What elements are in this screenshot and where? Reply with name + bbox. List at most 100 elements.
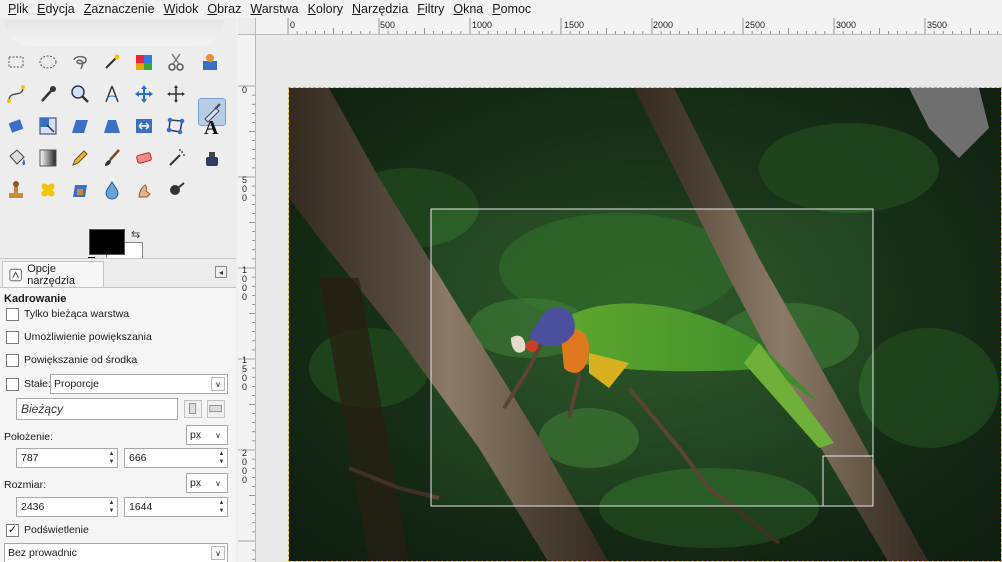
move-tool[interactable]: [130, 80, 158, 108]
zoom-tool[interactable]: [66, 80, 94, 108]
vertical-ruler[interactable]: 0 5 0 0 1 0 0 0 1 5 0 0 2 0 0 0: [238, 35, 256, 562]
fixed-option[interactable]: Stałe:: [6, 376, 51, 392]
highlight-checkbox[interactable]: ✓: [6, 523, 19, 537]
paintbrush-tool[interactable]: [98, 144, 126, 172]
menu-narzedzia[interactable]: Narzędzia: [348, 0, 412, 18]
ink-tool[interactable]: [198, 144, 226, 172]
menu-okna[interactable]: Okna: [449, 0, 487, 18]
expand-from-center-checkbox[interactable]: [6, 353, 19, 367]
menu-pomoc[interactable]: Pomoc: [488, 0, 535, 18]
smudge-tool[interactable]: [130, 176, 158, 204]
guides-dropdown[interactable]: Bez prowadnic ∨: [4, 543, 228, 562]
menu-widok[interactable]: Widok: [160, 0, 203, 18]
free-select-tool[interactable]: [66, 48, 94, 76]
ruler-label: 2500: [745, 20, 766, 30]
panel-menu-button[interactable]: ◂: [215, 266, 227, 278]
fixed-checkbox[interactable]: [6, 377, 19, 391]
rect-select-tool[interactable]: [2, 48, 30, 76]
chevron-down-icon: ∨: [211, 546, 225, 560]
menu-kolory[interactable]: Kolory: [304, 0, 347, 18]
size-unit-dropdown[interactable]: px ∨: [186, 473, 228, 493]
heal-tool[interactable]: [34, 176, 62, 204]
landscape-button[interactable]: [207, 400, 225, 418]
spin-arrows-icon[interactable]: ▲ ▼: [217, 450, 226, 466]
rect-select-icon: [8, 56, 24, 68]
expand-from-center-option[interactable]: Powiększanie od środka: [6, 352, 137, 368]
menu-filtry[interactable]: Filtry: [413, 0, 448, 18]
swap-colors-icon[interactable]: ⇆: [131, 228, 143, 241]
menu-obraz[interactable]: Obraz: [203, 0, 245, 18]
foreground-select-tool[interactable]: [196, 48, 224, 76]
ellipse-select-tool[interactable]: [34, 48, 62, 76]
photo-image: [289, 88, 1001, 561]
text-tool[interactable]: A: [198, 112, 226, 140]
size-width-input[interactable]: 2436 ▲ ▼: [16, 497, 118, 517]
bucket-fill-tool[interactable]: [2, 144, 30, 172]
ruler-label: 2000: [653, 20, 674, 30]
current-layer-only-checkbox[interactable]: [6, 307, 19, 321]
blur-tool[interactable]: [98, 176, 126, 204]
scissors-select-tool[interactable]: [162, 48, 190, 76]
menu-plik[interactable]: Plik: [4, 0, 32, 18]
magnifier-icon: [71, 85, 89, 103]
shear-tool[interactable]: [66, 112, 94, 140]
foreground-color-swatch[interactable]: [89, 229, 125, 255]
fixed-mode-dropdown[interactable]: Proporcje ∨: [50, 374, 228, 394]
perspective-tool[interactable]: [98, 112, 126, 140]
position-unit-dropdown[interactable]: px ∨: [186, 425, 228, 445]
water-drop-icon: [105, 181, 119, 200]
dodge-burn-tool[interactable]: [162, 176, 190, 204]
position-y-input[interactable]: 666 ▲ ▼: [124, 448, 228, 468]
position-x-input[interactable]: 787 ▲ ▼: [16, 448, 118, 468]
align-tool[interactable]: [162, 80, 190, 108]
clone-tool[interactable]: [2, 176, 30, 204]
select-by-color-tool[interactable]: [130, 48, 158, 76]
fixed-mode-value: Proporcje: [54, 378, 99, 390]
flip-tool[interactable]: [130, 112, 158, 140]
menu-warstwa[interactable]: Warstwa: [246, 0, 302, 18]
size-label: Rozmiar:: [4, 479, 47, 491]
lasso-icon: [73, 55, 87, 70]
tool-options-title: Kadrowanie: [4, 293, 67, 305]
scissors-icon: [168, 53, 184, 71]
eraser-tool[interactable]: [130, 144, 158, 172]
gradient-tool[interactable]: [34, 144, 62, 172]
rotate-tool[interactable]: [2, 112, 30, 140]
spin-arrows-icon[interactable]: ▲ ▼: [107, 499, 116, 515]
size-width-value: 2436: [21, 501, 45, 513]
allow-growing-checkbox[interactable]: [6, 330, 19, 344]
spin-arrows-icon[interactable]: ▲ ▼: [217, 499, 226, 515]
menu-edycja[interactable]: Edycja: [33, 0, 79, 18]
menu-zaznaczenie[interactable]: Zaznaczenie: [80, 0, 159, 18]
measure-tool[interactable]: [98, 80, 126, 108]
fuzzy-select-tool[interactable]: [98, 48, 126, 76]
position-x-value: 787: [21, 452, 39, 464]
current-layer-only-option[interactable]: Tylko bieżąca warstwa: [6, 306, 129, 322]
foreground-select-icon: [203, 54, 217, 70]
ruler-corner[interactable]: [238, 18, 256, 35]
cage-transform-tool[interactable]: [162, 112, 190, 140]
flip-icon: [136, 119, 152, 133]
portrait-button[interactable]: [184, 400, 202, 418]
ruler-label: 500: [380, 20, 396, 30]
smudge-finger-icon: [138, 184, 151, 198]
color-picker-tool[interactable]: [34, 80, 62, 108]
bandage-icon: [41, 183, 55, 197]
paths-tool[interactable]: [2, 80, 30, 108]
tab-tool-options[interactable]: Opcje narzędzia: [2, 261, 104, 287]
highlight-option[interactable]: ✓ Podświetlenie: [6, 522, 89, 538]
perspective-clone-tool[interactable]: [66, 176, 94, 204]
paths-icon: [7, 85, 25, 103]
ruler-label: 3000: [836, 20, 857, 30]
allow-growing-option[interactable]: Umożliwienie powiększania: [6, 329, 152, 345]
spin-arrows-icon[interactable]: ▲ ▼: [107, 450, 116, 466]
airbrush-tool[interactable]: [162, 144, 190, 172]
scale-tool[interactable]: [34, 112, 62, 140]
image-canvas[interactable]: [256, 36, 1002, 562]
aspect-ratio-field[interactable]: Bieżący: [16, 398, 178, 420]
horizontal-ruler[interactable]: 0 500 1000 1500 2000 2500 3000 3500: [256, 18, 1002, 35]
toolbox: A ⇆: [0, 18, 236, 270]
size-height-input[interactable]: 1644 ▲ ▼: [124, 497, 228, 517]
parrot-photo[interactable]: [288, 87, 1002, 562]
pencil-tool[interactable]: [66, 144, 94, 172]
